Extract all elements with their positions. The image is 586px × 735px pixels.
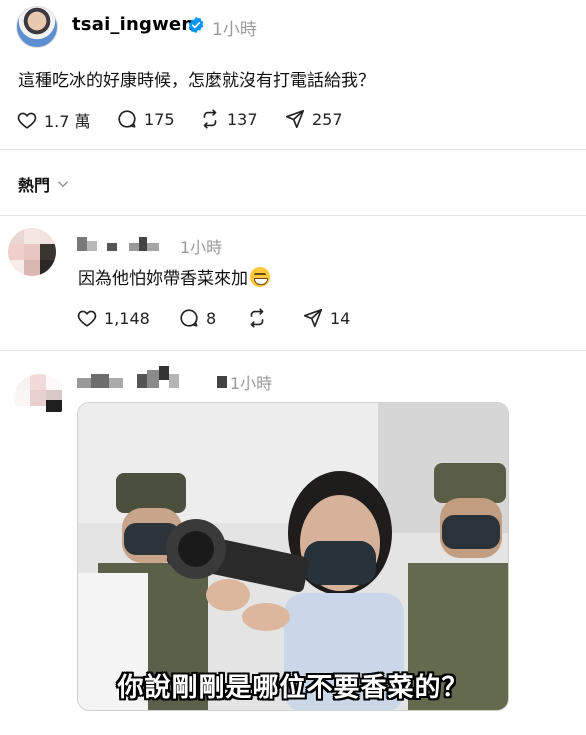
divider: [0, 149, 586, 150]
repost-icon: [203, 109, 217, 129]
repost-count: 137: [227, 109, 258, 129]
grinning-squinting-face-icon: [250, 267, 270, 287]
like-button[interactable]: 1,148: [76, 307, 150, 329]
share-count: 257: [312, 109, 343, 129]
comment-button[interactable]: 8: [178, 307, 216, 329]
comment-icon: [118, 110, 136, 128]
comment-icon: [180, 309, 198, 327]
heart-icon: [77, 310, 97, 327]
share-button[interactable]: 14: [302, 307, 350, 329]
share-count: 14: [330, 308, 351, 328]
reply-avatar[interactable]: [8, 228, 56, 276]
image-caption: 你說剛剛是哪位不要香菜的？: [117, 673, 469, 703]
reply-text-content: 因為他怕妳帶香菜來加: [78, 269, 248, 289]
repost-icon: [250, 308, 264, 328]
meme-photo: [78, 403, 508, 710]
like-count: 1.7 萬: [44, 112, 91, 131]
post-actions: 1.7 萬 175 137 257: [0, 108, 586, 134]
reply-text: 因為他怕妳帶香菜來加: [78, 264, 270, 289]
divider: [0, 215, 586, 216]
like-count: 1,148: [104, 308, 150, 328]
reply-username-redacted[interactable]: [77, 366, 227, 390]
post-username[interactable]: tsai_ingwen: [72, 14, 194, 35]
like-button[interactable]: 1.7 萬: [16, 108, 91, 132]
comment-count: 175: [144, 109, 175, 129]
chevron-down-icon: [58, 181, 68, 187]
reply-avatar[interactable]: [14, 374, 66, 422]
reply-image[interactable]: 你說剛剛是哪位不要香菜的？: [77, 402, 509, 711]
divider: [0, 350, 586, 351]
repost-button[interactable]: [246, 307, 268, 329]
sort-dropdown[interactable]: 熱門: [18, 172, 70, 196]
reply-timestamp: 1小時: [230, 374, 273, 393]
reply-timestamp: 1小時: [180, 238, 223, 257]
verified-icon: [188, 16, 204, 34]
post-text: 這種吃冰的好康時候，怎麼就沒有打電話給我？: [18, 71, 375, 91]
share-button[interactable]: 257: [284, 108, 343, 130]
share-icon: [303, 308, 323, 328]
post-timestamp: 1小時: [212, 20, 257, 40]
sort-label: 熱門: [18, 176, 51, 195]
reply-username-redacted[interactable]: [77, 237, 167, 253]
comment-button[interactable]: 175: [116, 108, 175, 130]
repost-button[interactable]: 137: [199, 108, 258, 130]
avatar[interactable]: [16, 6, 58, 48]
main-post: tsai_ingwen 1小時 這種吃冰的好康時候，怎麼就沒有打電話給我？ 1.…: [0, 0, 586, 148]
share-icon: [285, 109, 305, 129]
heart-icon: [17, 112, 37, 129]
comment-count: 8: [206, 308, 217, 328]
